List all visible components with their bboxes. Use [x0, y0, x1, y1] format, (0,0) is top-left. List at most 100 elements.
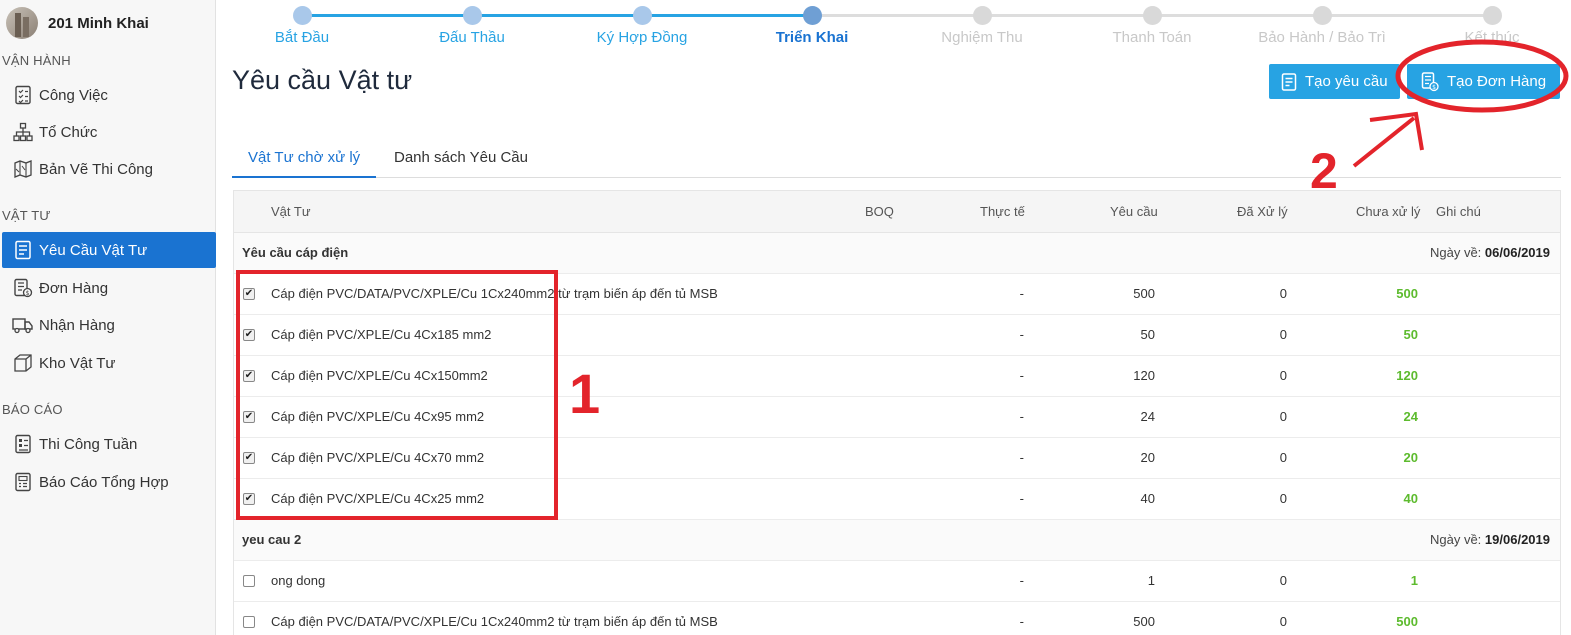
sidebar-item-nhan-hang[interactable]: Nhận Hàng: [2, 307, 216, 343]
actual-cell: -: [1019, 614, 1024, 629]
annotation-step-2: 2: [1310, 143, 1338, 199]
project-name: 201 Minh Khai: [48, 14, 149, 32]
processed-cell: 0: [1279, 573, 1287, 588]
table-header: Vật Tư BOQ Thực tế Yêu cầu Đã Xử lý Chưa…: [234, 191, 1560, 233]
step-dot[interactable]: [1313, 6, 1332, 25]
step-dot[interactable]: [1143, 6, 1162, 25]
sidebar-item-bao-cao-tong-hop[interactable]: Báo Cáo Tổng Hợp: [2, 464, 216, 500]
material-name-cell: ong dong: [271, 573, 326, 588]
requested-cell: 1: [1147, 573, 1155, 588]
sidebar: 201 Minh Khai VẬN HÀNH Công Việc Tổ Chức…: [0, 0, 216, 635]
sidebar-item-thi-cong-tuan[interactable]: Thi Công Tuần: [2, 426, 216, 462]
pending-cell: 40: [1403, 491, 1418, 506]
step-label[interactable]: Bắt Đầu: [275, 29, 329, 46]
row-checkbox[interactable]: [243, 616, 255, 628]
pending-cell: 20: [1403, 450, 1418, 465]
requested-cell: 500: [1133, 614, 1155, 629]
delivery-date-label: Ngày về:: [1429, 532, 1482, 547]
pending-cell: 500: [1396, 286, 1418, 301]
project-brand[interactable]: 201 Minh Khai: [6, 6, 149, 40]
delivery-date: Ngày về: 06/06/2019: [1430, 245, 1550, 260]
step-dot[interactable]: [633, 6, 652, 25]
column-header-requested: Yêu cầu: [1110, 204, 1158, 219]
group-row: yeu cau 2 Ngày về: 19/06/2019: [234, 520, 1560, 561]
pending-cell: 500: [1396, 614, 1418, 629]
tab-request-list[interactable]: Danh sách Yêu Cầu: [378, 140, 544, 178]
table-row: ong dong - 1 0 1: [234, 561, 1560, 602]
delivery-date-value: 06/06/2019: [1484, 245, 1550, 260]
group-row: Yêu cầu cáp điện Ngày về: 06/06/2019: [234, 233, 1560, 274]
sidebar-item-label: Bản Vẽ Thi Công: [39, 160, 153, 178]
annotation-highlight-box: [236, 270, 558, 520]
requested-cell: 40: [1140, 491, 1155, 506]
order-doc-icon: $: [12, 277, 34, 299]
sidebar-item-label: Nhận Hàng: [39, 316, 115, 334]
column-header-material: Vật Tư: [271, 204, 311, 219]
report-summary-icon: [12, 471, 34, 493]
annotation-circle: [1395, 39, 1569, 113]
requested-cell: 120: [1133, 368, 1155, 383]
requested-cell: 50: [1140, 327, 1155, 342]
step-dot[interactable]: [1483, 6, 1502, 25]
sidebar-item-label: Báo Cáo Tổng Hợp: [39, 473, 169, 491]
section-title-operations: VẬN HÀNH: [2, 53, 71, 68]
page-title: Yêu cầu Vật tư: [232, 65, 413, 95]
pending-cell: 50: [1403, 327, 1418, 342]
delivery-date-label: Ngày về:: [1429, 245, 1482, 260]
actual-cell: -: [1019, 450, 1024, 465]
sidebar-item-label: Tổ Chức: [39, 123, 98, 141]
annotation-arrow-line: [1352, 116, 1416, 168]
sidebar-item-to-chuc[interactable]: Tổ Chức: [2, 114, 216, 150]
processed-cell: 0: [1279, 368, 1287, 383]
column-header-processed: Đã Xử lý: [1237, 204, 1288, 219]
delivery-date: Ngày về: 19/06/2019: [1430, 532, 1550, 547]
step-label[interactable]: Bảo Hành / Bảo Trì: [1258, 29, 1386, 46]
processed-cell: 0: [1279, 286, 1287, 301]
pending-cell: 120: [1396, 368, 1418, 383]
step-label[interactable]: Ký Hợp Đồng: [597, 29, 688, 46]
actual-cell: -: [1019, 409, 1024, 424]
step-connector: [1152, 14, 1322, 17]
requested-cell: 20: [1140, 450, 1155, 465]
step-connector: [642, 14, 812, 17]
sidebar-item-label: Đơn Hàng: [39, 279, 109, 297]
checklist-icon: [12, 84, 34, 106]
sidebar-item-ban-ve-thi-cong[interactable]: Bản Vẽ Thi Công: [2, 151, 216, 187]
box-icon: [12, 352, 34, 374]
request-doc-icon: [12, 239, 34, 261]
svg-text:$: $: [26, 290, 30, 297]
column-header-boq: BOQ: [865, 204, 894, 219]
step-connector: [812, 14, 982, 17]
sidebar-item-yeu-cau-vat-tu[interactable]: Yêu Cầu Vật Tư: [2, 232, 216, 268]
column-header-pending: Chưa xử lý: [1356, 204, 1421, 219]
group-name: Yêu cầu cáp điện: [242, 245, 349, 260]
group-name: yeu cau 2: [242, 532, 302, 547]
step-dot[interactable]: [803, 6, 822, 25]
row-checkbox[interactable]: [243, 575, 255, 587]
sidebar-item-kho-vat-tu[interactable]: Kho Vật Tư: [2, 345, 216, 381]
actual-cell: -: [1019, 573, 1024, 588]
sidebar-item-label: Yêu Cầu Vật Tư: [39, 241, 148, 259]
step-label[interactable]: Thanh Toán: [1113, 29, 1192, 46]
step-label[interactable]: Nghiệm Thu: [941, 29, 1022, 46]
request-doc-icon: [1281, 72, 1297, 91]
blueprint-icon: [12, 158, 34, 180]
actual-cell: -: [1019, 491, 1024, 506]
step-label[interactable]: Đấu Thầu: [439, 29, 505, 46]
step-label[interactable]: Triển Khai: [776, 29, 849, 46]
actual-cell: -: [1019, 286, 1024, 301]
requested-cell: 500: [1133, 286, 1155, 301]
sidebar-item-don-hang[interactable]: $ Đơn Hàng: [2, 270, 216, 306]
sidebar-item-label: Công Việc: [39, 86, 108, 104]
sidebar-item-cong-viec[interactable]: Công Việc: [2, 77, 216, 113]
step-dot[interactable]: [463, 6, 482, 25]
project-stepper: Bắt Đầu Đấu Thầu Ký Hợp Đồng Triển Khai Nghi…: [232, 0, 1571, 52]
tab-pending-materials[interactable]: Vật Tư chờ xử lý: [232, 140, 377, 178]
step-connector: [302, 14, 472, 17]
section-title-reports: BÁO CÁO: [2, 402, 63, 417]
column-header-note: Ghi chú: [1436, 204, 1481, 219]
processed-cell: 0: [1279, 409, 1287, 424]
sidebar-item-label: Kho Vật Tư: [39, 354, 116, 372]
step-dot[interactable]: [973, 6, 992, 25]
step-dot[interactable]: [293, 6, 312, 25]
